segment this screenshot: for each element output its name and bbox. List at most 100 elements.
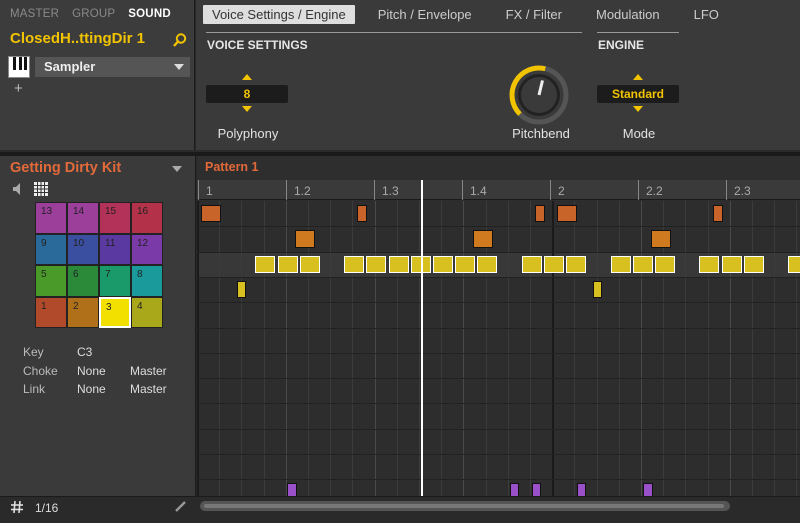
speaker-icon[interactable] <box>12 182 26 196</box>
pad-1[interactable]: 1 <box>35 296 67 328</box>
note-event[interactable] <box>388 255 409 273</box>
mode-down-arrow-icon[interactable] <box>633 106 643 112</box>
polyphony-up-arrow-icon[interactable] <box>242 74 252 80</box>
pad-13[interactable]: 13 <box>35 202 67 234</box>
note-event[interactable] <box>455 255 476 273</box>
note-event[interactable] <box>721 255 742 273</box>
pad-9[interactable]: 9 <box>35 233 67 265</box>
note-event[interactable] <box>655 255 675 273</box>
pencil-icon[interactable] <box>174 500 187 513</box>
pitchbend-knob[interactable] <box>508 64 570 126</box>
pad-6[interactable]: 6 <box>67 265 99 297</box>
tab-modulation[interactable]: Modulation <box>587 5 669 24</box>
note-event[interactable] <box>532 483 541 496</box>
grid-line <box>352 201 354 496</box>
note-event[interactable] <box>593 280 602 299</box>
ruler-label: 1.2 <box>294 184 311 198</box>
pad-8[interactable]: 8 <box>131 265 163 297</box>
search-icon[interactable] <box>172 32 188 48</box>
choke-value[interactable]: None <box>77 364 106 378</box>
pad-14[interactable]: 14 <box>67 202 99 234</box>
pattern-name[interactable]: Pattern 1 <box>205 160 259 174</box>
choke-master[interactable]: Master <box>130 364 167 378</box>
note-event[interactable] <box>473 230 493 248</box>
note-event[interactable] <box>557 205 577 223</box>
pad-7[interactable]: 7 <box>99 265 131 297</box>
pad-16[interactable]: 16 <box>131 202 163 234</box>
note-event[interactable] <box>477 255 498 273</box>
tab-lfo[interactable]: LFO <box>685 5 728 24</box>
pad-12[interactable]: 12 <box>131 233 163 265</box>
pad-5[interactable]: 5 <box>35 265 67 297</box>
grid-line <box>774 201 776 496</box>
grid-line <box>707 201 709 496</box>
note-event[interactable] <box>544 255 564 273</box>
step-grid[interactable] <box>197 201 800 496</box>
mode-value[interactable]: Standard <box>597 85 679 103</box>
note-event[interactable] <box>295 230 315 248</box>
horizontal-scrollbar[interactable] <box>200 501 730 511</box>
note-event[interactable] <box>277 255 298 273</box>
pad-2[interactable]: 2 <box>67 296 99 328</box>
grid-icon[interactable] <box>34 182 48 196</box>
note-event[interactable] <box>344 255 365 273</box>
note-event[interactable] <box>357 205 367 223</box>
note-event[interactable] <box>521 255 542 273</box>
note-event[interactable] <box>237 280 246 299</box>
note-event[interactable] <box>577 483 586 496</box>
add-plugin-button[interactable]: + <box>14 80 23 97</box>
polyphony-down-arrow-icon[interactable] <box>242 106 252 112</box>
note-event[interactable] <box>566 255 587 273</box>
pad-4[interactable]: 4 <box>131 296 163 328</box>
sound-name[interactable]: ClosedH..ttingDir 1 <box>10 30 145 47</box>
tab-master[interactable]: MASTER <box>0 8 59 20</box>
pad-10[interactable]: 10 <box>67 233 99 265</box>
tab-voice-settings-engine[interactable]: Voice Settings / Engine <box>203 4 355 24</box>
link-value[interactable]: None <box>77 382 106 396</box>
note-event[interactable] <box>632 255 653 273</box>
note-event[interactable] <box>699 255 720 273</box>
note-event[interactable] <box>643 483 653 496</box>
mode-up-arrow-icon[interactable] <box>633 74 643 80</box>
voice-settings-label: VOICE SETTINGS <box>207 38 308 52</box>
plugin-select[interactable]: Sampler <box>35 57 190 77</box>
grid-line <box>752 201 753 496</box>
tab-sound[interactable]: SOUND <box>115 8 171 20</box>
note-event[interactable] <box>788 255 800 273</box>
note-event[interactable] <box>713 205 723 223</box>
note-event[interactable] <box>651 230 671 248</box>
note-event[interactable] <box>510 483 519 496</box>
note-event[interactable] <box>287 483 297 496</box>
note-event[interactable] <box>743 255 764 273</box>
grid-row-line <box>197 251 800 253</box>
note-event[interactable] <box>610 255 631 273</box>
hash-icon[interactable] <box>11 501 23 513</box>
tab-group[interactable]: GROUP <box>59 8 115 20</box>
note-event[interactable] <box>299 255 320 273</box>
ruler-label: 1.3 <box>382 184 399 198</box>
link-master[interactable]: Master <box>130 382 167 396</box>
chevron-down-icon[interactable] <box>172 166 182 172</box>
note-event[interactable] <box>535 205 545 223</box>
grid-line <box>197 201 199 496</box>
grid-line <box>796 201 798 496</box>
note-event[interactable] <box>366 255 387 273</box>
scrollbar-thumb[interactable] <box>204 504 724 508</box>
note-event[interactable] <box>255 255 276 273</box>
timeline-ruler[interactable]: 1 1.2 1.3 1.4 2 2.2 2.3 <box>197 180 800 200</box>
pad-3[interactable]: 3 <box>99 296 131 328</box>
engine-label: ENGINE <box>598 38 645 52</box>
grid-resolution[interactable]: 1/16 <box>35 501 58 515</box>
note-event[interactable] <box>433 255 453 273</box>
pad-11[interactable]: 11 <box>99 233 131 265</box>
kit-name[interactable]: Getting Dirty Kit <box>10 160 121 176</box>
grid-line <box>219 201 221 496</box>
tab-pitch-envelope[interactable]: Pitch / Envelope <box>369 5 481 24</box>
ruler-tick <box>462 180 463 200</box>
key-value[interactable]: C3 <box>77 345 92 359</box>
note-event[interactable] <box>201 205 221 223</box>
pad-15[interactable]: 15 <box>99 202 131 234</box>
tab-fx-filter[interactable]: FX / Filter <box>497 5 571 24</box>
polyphony-value[interactable]: 8 <box>206 85 288 103</box>
grid-row-line <box>197 302 800 304</box>
